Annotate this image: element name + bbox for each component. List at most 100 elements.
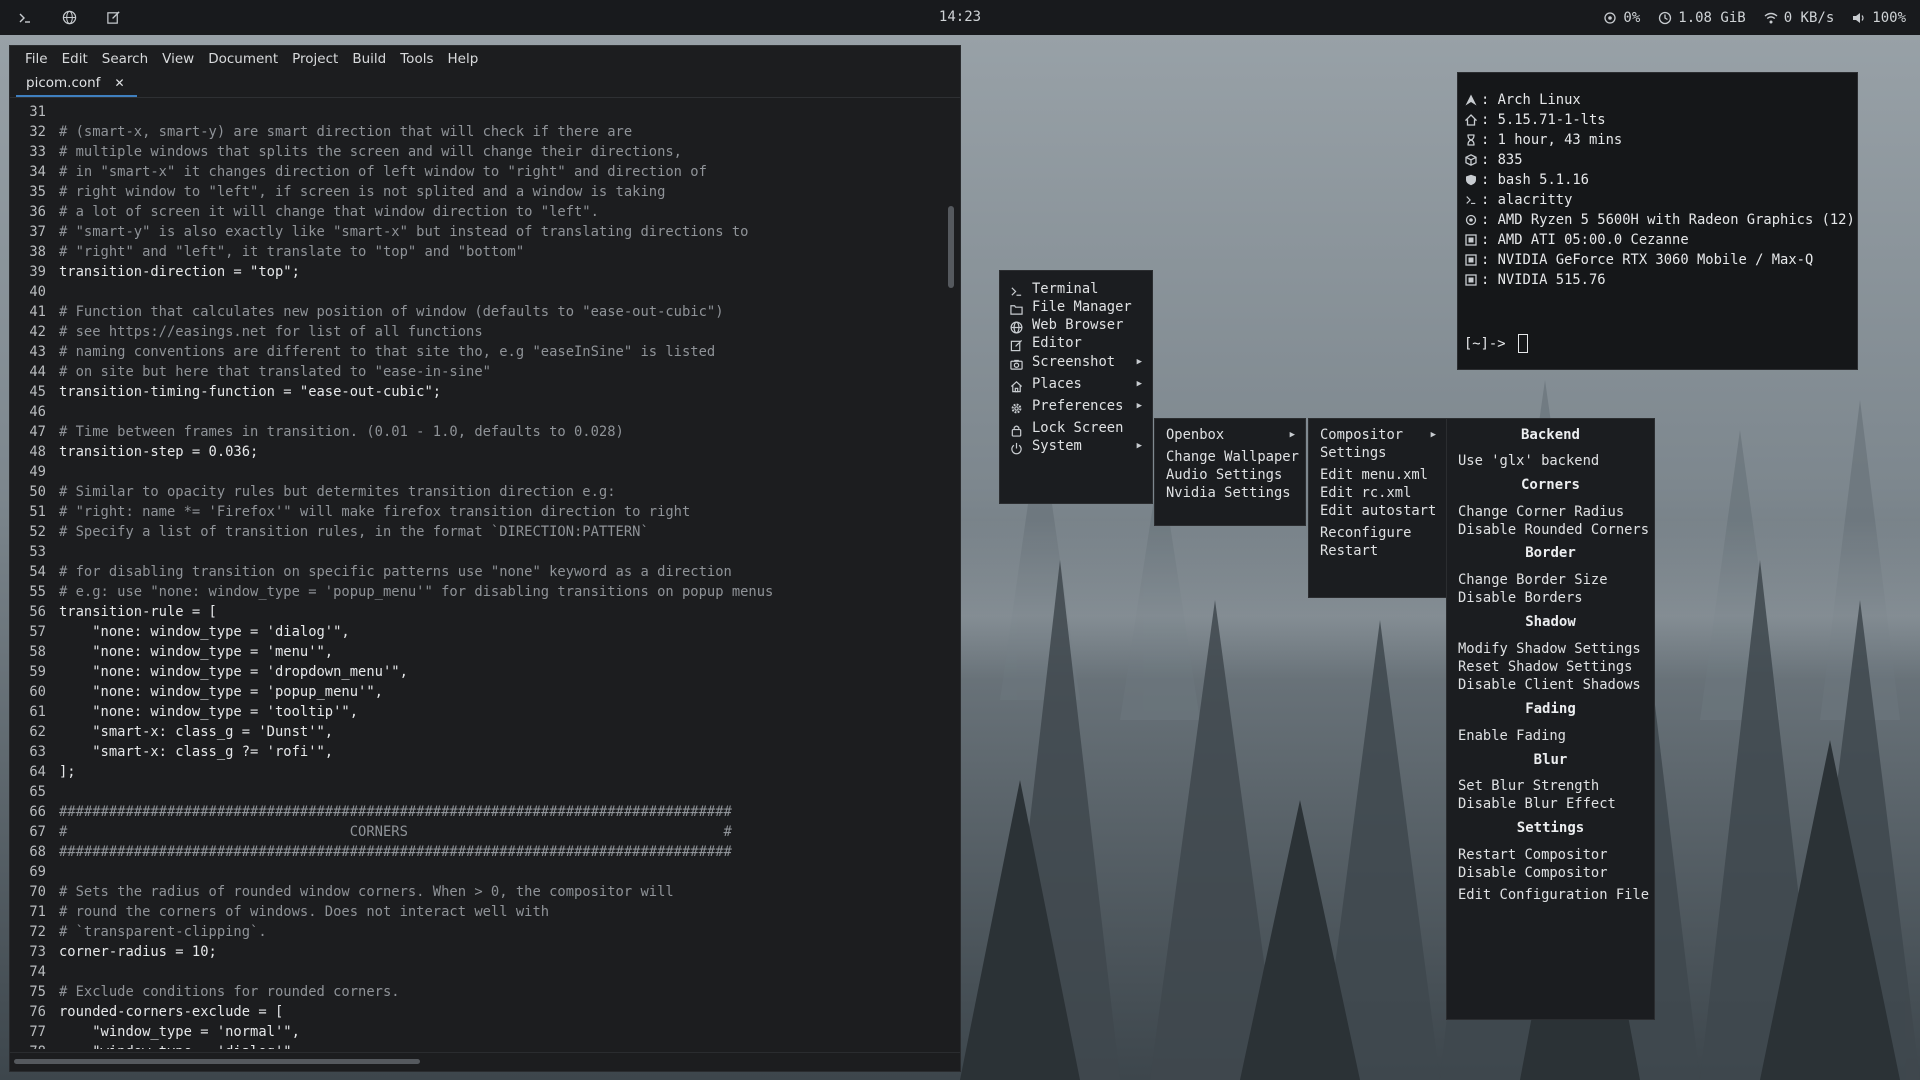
code-line[interactable]: 72 # `transparent-clipping`. [10, 922, 948, 942]
code-line[interactable]: 73 corner-radius = 10; [10, 942, 948, 962]
code-line[interactable]: 60 "none: window_type = 'popup_menu'", [10, 682, 948, 702]
horizontal-scrollbar[interactable] [10, 1052, 960, 1071]
code-line[interactable]: 58 "none: window_type = 'menu'", [10, 642, 948, 662]
cpu-indicator[interactable]: 0% [1603, 10, 1640, 26]
menu-item-disable-borders[interactable]: Disable Borders [1447, 587, 1654, 609]
code-line[interactable]: 62 "smart-x: class_g = 'Dunst'", [10, 722, 948, 742]
code-line[interactable]: 56 transition-rule = [ [10, 602, 948, 622]
code-line[interactable]: 52 # Specify a list of transition rules, … [10, 522, 948, 542]
globe-icon[interactable] [54, 3, 84, 33]
menu-item-label: Screenshot [1032, 354, 1116, 370]
network-indicator[interactable]: 0 KB/s [1764, 10, 1834, 26]
code-line[interactable]: 36 # a lot of screen it will change that … [10, 202, 948, 222]
code-line[interactable]: 55 # e.g: use "none: window_type = 'popup… [10, 582, 948, 602]
menu-document[interactable]: Document [201, 51, 285, 67]
menu-item-preferences[interactable]: Preferences ▶ [1000, 395, 1152, 417]
code-line[interactable]: 37 # "smart-y" is also exactly like "smar… [10, 222, 948, 242]
menu-item-edit-autostart[interactable]: Edit autostart [1309, 500, 1446, 522]
code-line[interactable]: 40 [10, 282, 948, 302]
code-line[interactable]: 68 ######################################… [10, 842, 948, 862]
menu-build[interactable]: Build [345, 51, 393, 67]
menu-item-settings[interactable]: Settings [1309, 442, 1446, 464]
menu-view[interactable]: View [155, 51, 201, 67]
code-line[interactable]: 67 # CORNERS # [10, 822, 948, 842]
menu-item-edit-configuration-file[interactable]: Edit Configuration File [1447, 884, 1654, 906]
code-line[interactable]: 41 # Function that calculates new positio… [10, 302, 948, 322]
vertical-scrollbar[interactable] [945, 102, 957, 1049]
menu-item-enable-fading[interactable]: Enable Fading [1447, 725, 1654, 747]
code-line[interactable]: 57 "none: window_type = 'dialog'", [10, 622, 948, 642]
menu-section-header: Blur [1533, 752, 1568, 768]
code-line[interactable]: 38 # "right" and "left", it translate to … [10, 242, 948, 262]
menu-item-disable-rounded-corners[interactable]: Disable Rounded Corners [1447, 519, 1654, 541]
code-line[interactable]: 53 [10, 542, 948, 562]
code-line[interactable]: 47 # Time between frames in transition. (… [10, 422, 948, 442]
code-line[interactable]: 50 # Similar to opacity rules but determi… [10, 482, 948, 502]
menu-project[interactable]: Project [285, 51, 345, 67]
code-line[interactable]: 54 # for disabling transition on specific… [10, 562, 948, 582]
menu-item-disable-blur-effect[interactable]: Disable Blur Effect [1447, 793, 1654, 815]
code-line[interactable]: 35 # right window to "left", if screen is… [10, 182, 948, 202]
menu-help[interactable]: Help [441, 51, 486, 67]
terminal-icon[interactable] [10, 3, 40, 33]
menu-item-use-glx-backend[interactable]: Use 'glx' backend [1447, 450, 1654, 472]
code-line[interactable]: 32 # (smart-x, smart-y) are smart directi… [10, 122, 948, 142]
code-line[interactable]: 59 "none: window_type = 'dropdown_menu'"… [10, 662, 948, 682]
code-line[interactable]: 74 [10, 962, 948, 982]
tab-picom-conf[interactable]: picom.conf ✕ [16, 71, 137, 97]
scroll-thumb[interactable] [14, 1059, 420, 1064]
close-icon[interactable]: ✕ [114, 76, 124, 90]
code-area[interactable]: 31 32 # (smart-x, smart-y) are smart direc… [10, 102, 948, 1049]
edit-icon[interactable] [98, 3, 128, 33]
code-line[interactable]: 61 "none: window_type = 'tooltip'", [10, 702, 948, 722]
code-line[interactable]: 76 rounded-corners-exclude = [ [10, 1002, 948, 1022]
scroll-thumb[interactable] [948, 206, 954, 288]
code-line[interactable]: 34 # in "smart-x" it changes direction of… [10, 162, 948, 182]
memory-icon [1659, 11, 1672, 24]
code-line[interactable]: 43 # naming conventions are different to … [10, 342, 948, 362]
prompt-line[interactable]: [~]-> [1464, 334, 1528, 354]
code-line[interactable]: 64]; [10, 762, 948, 782]
menu-item-disable-compositor[interactable]: Disable Compositor [1447, 862, 1654, 884]
menu-edit[interactable]: Edit [55, 51, 95, 67]
code-line[interactable]: 46 [10, 402, 948, 422]
code-line[interactable]: 51 # "right: name *= 'Firefox'" will make… [10, 502, 948, 522]
text-cursor [1517, 334, 1528, 353]
menu-tools[interactable]: Tools [393, 51, 440, 67]
gpu-icon [1464, 250, 1478, 270]
code-line[interactable]: 71 # round the corners of windows. Does n… [10, 902, 948, 922]
menu-item-openbox[interactable]: Openbox ▶ [1155, 424, 1305, 446]
line-number: 34 [29, 164, 46, 180]
menu-item-screenshot[interactable]: Screenshot ▶ [1000, 351, 1152, 373]
menu-item-places[interactable]: Places ▶ [1000, 373, 1152, 395]
code-line[interactable]: 69 [10, 862, 948, 882]
menu-item-system[interactable]: System ▶ [1000, 435, 1152, 457]
code-line[interactable]: 65 [10, 782, 948, 802]
code-line[interactable]: 45 transition-timing-function = "ease-out… [10, 382, 948, 402]
code-line[interactable]: 78 "window_type = 'dialog'", [10, 1042, 948, 1049]
menu-search[interactable]: Search [95, 51, 155, 67]
code-line[interactable]: 75 # Exclude conditions for rounded corne… [10, 982, 948, 1002]
menu-file[interactable]: File [18, 51, 55, 67]
menu-item-nvidia-settings[interactable]: Nvidia Settings [1155, 482, 1305, 504]
cpu-icon [1604, 11, 1617, 24]
code-line[interactable]: 44 # on site but here that translated to … [10, 362, 948, 382]
code-line[interactable]: 39 transition-direction = "top"; [10, 262, 948, 282]
compositor-submenu: Backend Use 'glx' backend Corners Change Co… [1446, 418, 1655, 1020]
code-line[interactable]: 31 [10, 102, 948, 122]
code-line[interactable]: 66 ######################################… [10, 802, 948, 822]
menu-item-restart[interactable]: Restart [1309, 540, 1446, 562]
code-line[interactable]: 48 transition-step = 0.036; [10, 442, 948, 462]
code-line[interactable]: 42 # see https://easings.net for list of … [10, 322, 948, 342]
code-line[interactable]: 70 # Sets the radius of rounded window co… [10, 882, 948, 902]
code-comment: # Sets the radius of rounded window corn… [59, 884, 674, 900]
memory-indicator[interactable]: 1.08 GiB [1658, 10, 1746, 26]
volume-indicator[interactable]: 100% [1852, 10, 1906, 26]
code-line[interactable]: 77 "window_type = 'normal'", [10, 1022, 948, 1042]
menu-item-disable-client-shadows[interactable]: Disable Client Shadows [1447, 674, 1654, 696]
code-line[interactable]: 33 # multiple windows that splits the scr… [10, 142, 948, 162]
terminal-window[interactable]: : Arch Linux: 5.15.71-1-lts: 1 hour, 43 … [1457, 72, 1858, 370]
code-line[interactable]: 49 [10, 462, 948, 482]
code-line[interactable]: 63 "smart-x: class_g ?= 'rofi'", [10, 742, 948, 762]
menu-item-label: Use 'glx' backend [1458, 453, 1600, 469]
